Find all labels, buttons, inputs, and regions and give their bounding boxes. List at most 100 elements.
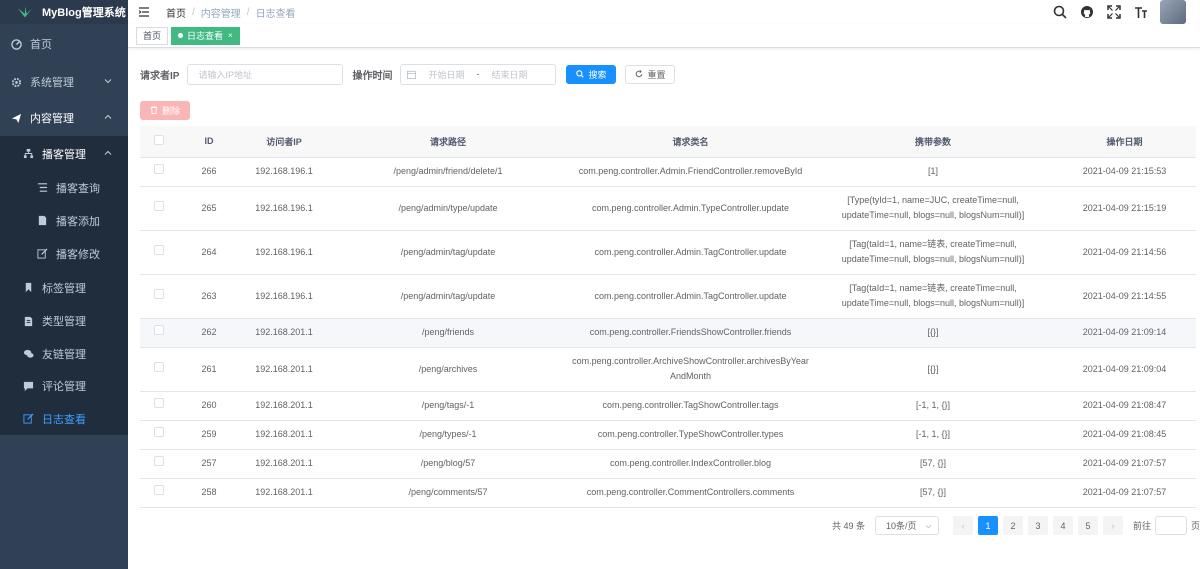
select-all-checkbox[interactable] — [154, 135, 164, 146]
sidebar-item-podcast-add[interactable]: 播客添加 — [0, 204, 128, 237]
table-row[interactable]: 258 192.168.201.1 /peng/comments/57 com.… — [140, 478, 1196, 508]
table-row[interactable]: 265 192.168.196.1 /peng/admin/type/updat… — [140, 186, 1196, 231]
id-cell: 258 — [178, 478, 240, 508]
next-page-button[interactable]: › — [1102, 516, 1123, 535]
column-header: 操作日期 — [1053, 126, 1196, 158]
font-size-icon[interactable] — [1134, 5, 1148, 19]
class-cell: com.peng.controller.FriendsShowControlle… — [568, 318, 813, 348]
tags-view: 首页 日志查看 × — [128, 24, 1200, 48]
date-cell: 2021-04-09 21:07:57 — [1053, 449, 1196, 479]
row-select-cell — [140, 274, 178, 319]
table-row[interactable]: 260 192.168.201.1 /peng/tags/-1 com.peng… — [140, 391, 1196, 421]
path-cell: /peng/admin/friend/delete/1 — [328, 157, 568, 187]
sidebar-item-home[interactable]: 首页 — [0, 24, 128, 64]
row-checkbox[interactable] — [154, 427, 164, 437]
chevron-up-icon — [104, 114, 112, 119]
search-icon[interactable] — [1053, 5, 1067, 19]
page-number-4[interactable]: 4 — [1052, 516, 1073, 535]
page-number-1[interactable]: 1 — [977, 516, 998, 535]
page-number-3[interactable]: 3 — [1027, 516, 1048, 535]
id-cell: 263 — [178, 274, 240, 319]
sidebar-item-links[interactable]: 友链管理 — [0, 337, 128, 370]
refresh-icon — [636, 70, 643, 78]
log-table: ID 访问者IP 请求路径 请求类名 携带参数 操作日期 266 192.168… — [140, 126, 1196, 508]
row-checkbox[interactable] — [154, 456, 164, 466]
trash-icon — [150, 106, 158, 114]
row-checkbox[interactable] — [154, 244, 164, 255]
breadcrumb-content: 内容管理 — [200, 8, 241, 20]
github-icon[interactable] — [1080, 5, 1094, 19]
page-number-2[interactable]: 2 — [1002, 516, 1023, 535]
bookmark-icon — [22, 282, 34, 294]
hamburger-icon[interactable] — [138, 6, 150, 18]
date-cell: 2021-04-09 21:15:19 — [1053, 186, 1196, 231]
table-row[interactable]: 266 192.168.196.1 /peng/admin/friend/del… — [140, 157, 1196, 187]
class-cell: com.peng.controller.ArchiveShowControlle… — [568, 347, 813, 392]
params-cell: [Tag(taId=1, name=链表, createTime=null, u… — [813, 274, 1053, 319]
table-row[interactable]: 264 192.168.196.1 /peng/admin/tag/update… — [140, 230, 1196, 275]
date-cell: 2021-04-09 21:15:53 — [1053, 157, 1196, 187]
row-checkbox[interactable] — [154, 485, 164, 495]
path-cell: /peng/admin/tag/update — [328, 230, 568, 275]
row-select-cell — [140, 318, 178, 348]
sidebar-item-content[interactable]: 内容管理 — [0, 100, 128, 136]
sidebar-item-label: 标签管理 — [42, 282, 86, 295]
app-title: MyBlog管理系统 — [42, 7, 126, 19]
sidebar-item-label: 日志查看 — [42, 413, 86, 426]
logo-icon — [17, 6, 33, 18]
row-checkbox[interactable] — [154, 398, 164, 408]
row-checkbox[interactable] — [154, 325, 164, 335]
sidebar-item-podcast[interactable]: 播客管理 — [0, 136, 128, 171]
page-number-5[interactable]: 5 — [1077, 516, 1098, 535]
sidebar-item-label: 播客管理 — [42, 148, 86, 161]
brand: MyBlog管理系统 — [0, 0, 128, 24]
path-cell: /peng/archives — [328, 347, 568, 392]
id-cell: 265 — [178, 186, 240, 231]
table-row[interactable]: 263 192.168.196.1 /peng/admin/tag/update… — [140, 274, 1196, 319]
sidebar-item-label: 类型管理 — [42, 316, 86, 328]
sidebar-item-system[interactable]: 系统管理 — [0, 64, 128, 100]
page-size-select[interactable]: 10条/页 — [874, 516, 939, 535]
sidebar-item-comments[interactable]: 评论管理 — [0, 370, 128, 402]
pagination-total: 共 49 条 — [831, 521, 865, 531]
avatar[interactable] — [1160, 0, 1186, 24]
dashboard-icon — [10, 38, 22, 50]
tree-icon — [22, 148, 34, 160]
row-checkbox[interactable] — [154, 288, 164, 299]
table-row[interactable]: 259 192.168.201.1 /peng/types/-1 com.pen… — [140, 420, 1196, 450]
active-dot-icon — [178, 33, 184, 38]
class-cell: com.peng.controller.IndexController.blog — [568, 449, 813, 479]
goto-page-input[interactable] — [1154, 516, 1187, 535]
ip-input[interactable]: 请输入IP地址 — [187, 63, 344, 85]
sidebar-item-podcast-edit[interactable]: 播客修改 — [0, 237, 128, 270]
fullscreen-icon[interactable] — [1107, 5, 1121, 19]
close-icon[interactable]: × — [228, 28, 233, 44]
search-button[interactable]: 搜索 — [566, 64, 617, 84]
range-separator: - — [476, 69, 480, 79]
class-cell: com.peng.controller.Admin.TagController.… — [568, 274, 813, 319]
sidebar-item-tags[interactable]: 标签管理 — [0, 270, 128, 305]
delete-button[interactable]: 删除 — [140, 100, 191, 120]
tag-log-view[interactable]: 日志查看 × — [171, 26, 240, 45]
table-row[interactable]: 262 192.168.201.1 /peng/friends com.peng… — [140, 318, 1196, 348]
row-checkbox[interactable] — [154, 164, 164, 174]
sidebar-item-types[interactable]: 类型管理 — [0, 305, 128, 337]
table-row[interactable]: 257 192.168.201.1 /peng/blog/57 com.peng… — [140, 449, 1196, 479]
chevron-down-icon — [925, 524, 932, 529]
date-range-picker[interactable]: 开始日期 - 结束日期 — [400, 63, 557, 85]
ip-cell: 192.168.196.1 — [240, 274, 328, 319]
reset-button[interactable]: 重置 — [625, 64, 676, 84]
sidebar-item-logs[interactable]: 日志查看 — [0, 402, 128, 435]
row-checkbox[interactable] — [154, 200, 164, 211]
class-cell: com.peng.controller.TypeShowController.t… — [568, 420, 813, 450]
row-checkbox[interactable] — [154, 361, 164, 372]
table-row[interactable]: 261 192.168.201.1 /peng/archives com.pen… — [140, 347, 1196, 392]
breadcrumb-home[interactable]: 首页 — [166, 5, 186, 20]
send-icon — [10, 112, 22, 124]
prev-page-button[interactable]: ‹ — [952, 516, 973, 535]
ip-cell: 192.168.201.1 — [240, 347, 328, 392]
id-cell: 262 — [178, 318, 240, 348]
sidebar-item-podcast-query[interactable]: 播客查询 — [0, 171, 128, 204]
tag-home[interactable]: 首页 — [136, 26, 169, 45]
ip-cell: 192.168.196.1 — [240, 230, 328, 275]
